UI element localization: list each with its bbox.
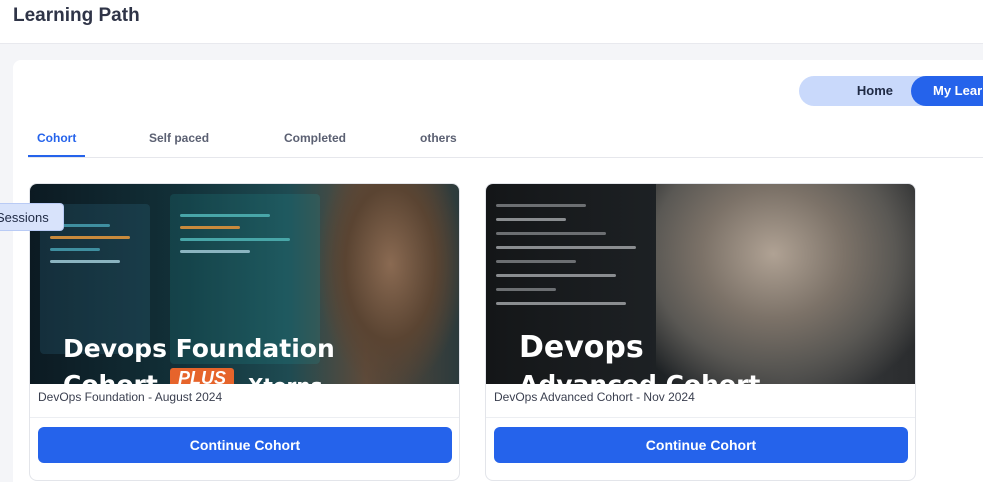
code-line [50, 260, 120, 263]
code-line [180, 238, 290, 241]
sessions-side-tab[interactable]: Sessions [0, 203, 64, 231]
card-divider [486, 417, 915, 418]
cohort-card-image: Devops Foundation Cohort PLUS Xterns [30, 184, 459, 384]
code-line [496, 260, 576, 263]
view-toggle: Home My Lear [799, 76, 983, 106]
code-line [496, 288, 556, 291]
card-divider [30, 417, 459, 418]
cohort-card: Devops Foundation Cohort PLUS Xterns Dev… [29, 183, 460, 481]
card-subtitle: DevOps Advanced Cohort - Nov 2024 [494, 390, 695, 404]
tab-completed[interactable]: Completed [284, 124, 346, 157]
person-photo [320, 184, 459, 384]
code-line [496, 302, 626, 305]
code-line [496, 232, 606, 235]
cohort-card: Devops Advanced Cohort DevOps Advanced C… [485, 183, 916, 481]
xterns-label: Xterns [248, 374, 323, 384]
code-line [496, 274, 616, 277]
code-line [496, 246, 636, 249]
tab-cohort[interactable]: Cohort [28, 124, 86, 157]
top-bar: Learning Path [0, 0, 983, 44]
person-photo [656, 184, 915, 384]
my-learning-toggle-button[interactable]: My Lear [911, 76, 983, 106]
code-line [496, 204, 586, 207]
code-line [180, 250, 250, 253]
card-image-title-line2: Cohort [63, 370, 158, 384]
plus-badge: PLUS [170, 368, 235, 384]
cohort-card-image: Devops Advanced Cohort [486, 184, 915, 384]
card-image-title-line2: Advanced Cohort [519, 370, 760, 384]
tab-bar: Cohort Self paced Completed others [28, 124, 983, 158]
card-image-title: Devops Foundation [63, 334, 335, 363]
tab-self-paced[interactable]: Self paced [149, 124, 209, 157]
tab-others[interactable]: others [420, 124, 457, 157]
code-line [50, 236, 130, 239]
continue-cohort-button[interactable]: Continue Cohort [38, 427, 452, 463]
page-title: Learning Path [13, 5, 140, 26]
card-image-title: Devops [519, 330, 644, 365]
home-toggle-button[interactable]: Home [799, 76, 911, 106]
code-line [180, 214, 270, 217]
code-line [180, 226, 240, 229]
code-line [50, 248, 100, 251]
continue-cohort-button[interactable]: Continue Cohort [494, 427, 908, 463]
card-subtitle: DevOps Foundation - August 2024 [38, 390, 223, 404]
code-line [496, 218, 566, 221]
